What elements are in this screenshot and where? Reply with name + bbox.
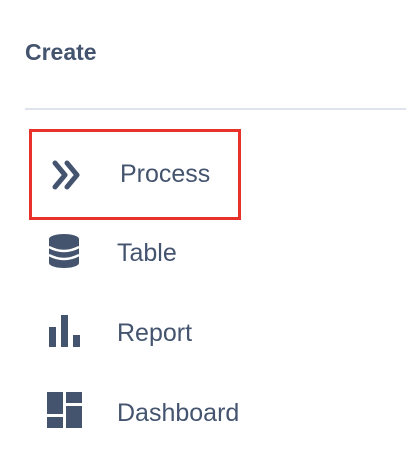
database-icon — [47, 233, 83, 269]
menu-item-label: Table — [117, 239, 177, 267]
chevrons-right-icon — [50, 157, 86, 193]
menu-item-dashboard[interactable]: Dashboard — [29, 368, 241, 459]
menu-item-process[interactable]: Process — [29, 129, 241, 220]
menu-item-label: Process — [120, 160, 211, 188]
menu-item-label: Report — [117, 319, 193, 347]
menu-item-label: Dashboard — [117, 399, 240, 427]
dashboard-icon — [47, 392, 83, 428]
create-panel: Create Process Table Report Dashboard — [0, 0, 406, 466]
bar-chart-icon — [47, 313, 83, 349]
menu-item-table[interactable]: Table — [29, 208, 241, 299]
create-heading: Create — [25, 39, 97, 65]
menu-item-report[interactable]: Report — [29, 288, 241, 379]
divider — [25, 108, 406, 110]
